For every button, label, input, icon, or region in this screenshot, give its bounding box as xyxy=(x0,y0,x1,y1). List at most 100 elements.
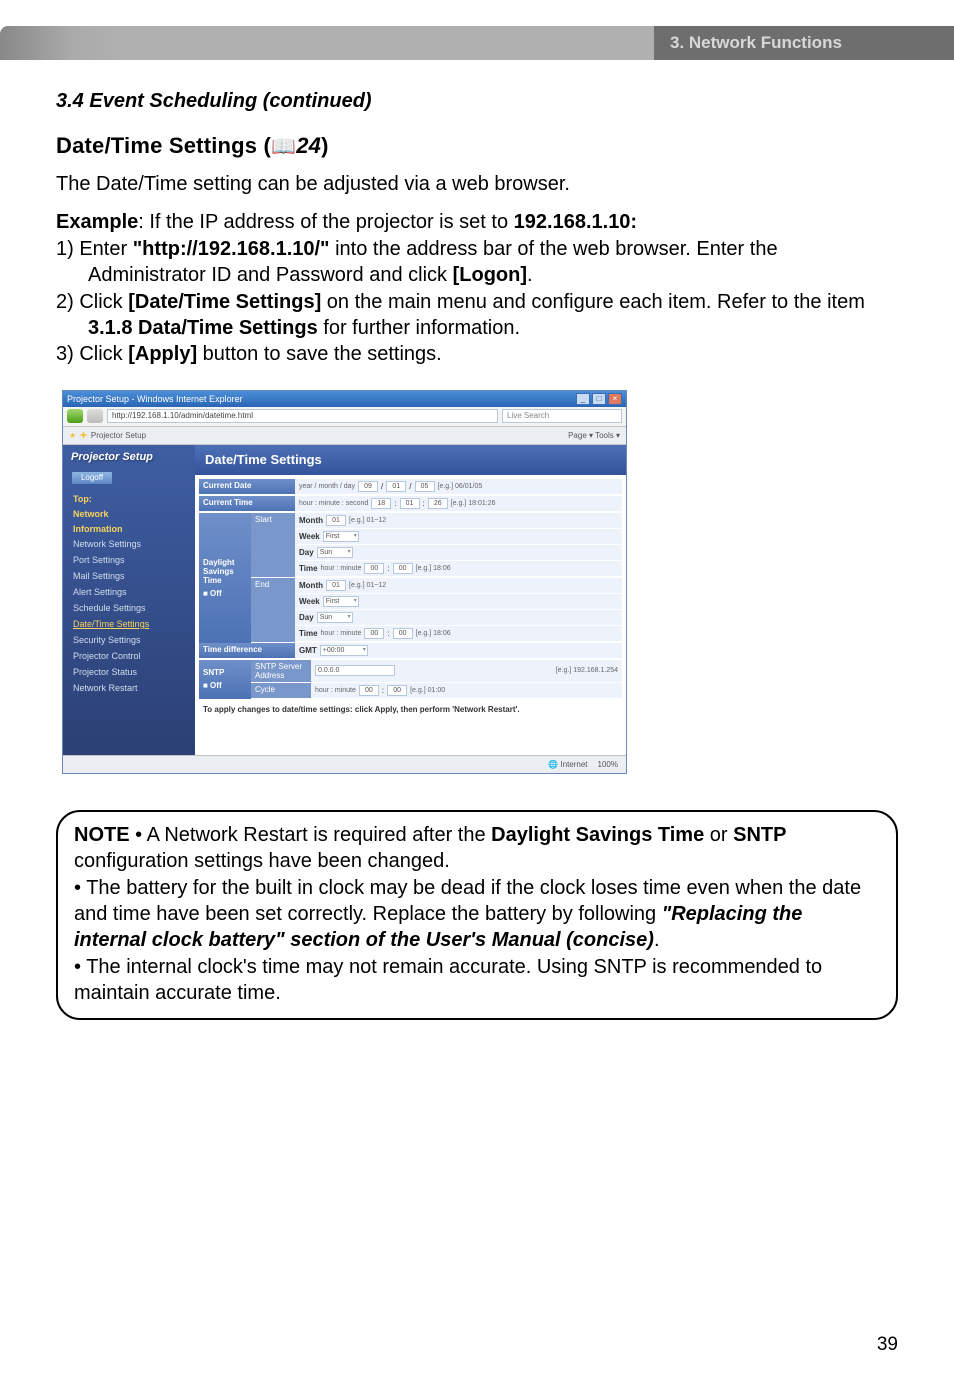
lbl-time-e: Time xyxy=(299,629,318,638)
globe-icon: 🌐 xyxy=(548,760,558,769)
input-second[interactable]: 26 xyxy=(428,498,448,509)
address-bar[interactable]: http://192.168.1.10/admin/datetime.html xyxy=(107,409,498,423)
step2-btn: [Date/Time Settings] xyxy=(128,291,321,313)
select-start-day[interactable]: Sun xyxy=(317,547,353,558)
lbl-gmt: GMT xyxy=(299,646,317,655)
menu-network-settings[interactable]: Network Settings xyxy=(63,536,195,552)
input-start-min[interactable]: 00 xyxy=(393,563,413,574)
select-start-week[interactable]: First xyxy=(323,531,359,542)
input-end-month[interactable]: 01 xyxy=(326,580,346,591)
example-label: Example xyxy=(56,211,138,233)
row-current-date: Current Date year / month / day 09/ 01/ … xyxy=(199,479,622,494)
eg-month-s: [e.g.] 01~12 xyxy=(349,517,386,524)
step3-btn: [Apply] xyxy=(128,343,197,365)
menu-schedule-settings[interactable]: Schedule Settings xyxy=(63,600,195,616)
note-4: • The internal clock's time may not rema… xyxy=(74,954,880,1007)
menu-security-settings[interactable]: Security Settings xyxy=(63,632,195,648)
dst-off-radio[interactable]: ■ Off xyxy=(203,589,247,598)
intro-paragraph: The Date/Time setting can be adjusted vi… xyxy=(56,171,898,197)
status-bar: 🌐 Internet 100% xyxy=(63,755,626,773)
step2-b: on the main menu and configure each item… xyxy=(321,291,865,313)
logoff-button[interactable]: Logoff xyxy=(71,471,113,485)
input-end-min[interactable]: 00 xyxy=(393,628,413,639)
input-sntp-addr[interactable]: 0.0.0.0 xyxy=(315,665,395,676)
input-minute[interactable]: 01 xyxy=(400,498,420,509)
step2-ref: 3.1.8 Data/Time Settings xyxy=(88,317,318,339)
note-2a: SNTP xyxy=(733,824,786,846)
hint-cycle: hour : minute xyxy=(315,687,356,694)
header-chapter-label: 3. Network Functions xyxy=(654,26,954,60)
status-internet: 🌐 Internet xyxy=(548,760,587,769)
note-box: NOTE • A Network Restart is required aft… xyxy=(56,810,898,1021)
main-panel-content: Current Date year / month / day 09/ 01/ … xyxy=(195,475,626,755)
menu-projector-control[interactable]: Projector Control xyxy=(63,648,195,664)
minimize-button[interactable]: _ xyxy=(576,393,590,405)
input-hour[interactable]: 18 xyxy=(371,498,391,509)
status-zoom[interactable]: 100% xyxy=(598,760,618,769)
step1-c: . xyxy=(527,264,533,286)
hint-date: year / month / day xyxy=(299,483,355,490)
input-year[interactable]: 09 xyxy=(358,481,378,492)
input-month[interactable]: 01 xyxy=(386,481,406,492)
back-button[interactable] xyxy=(67,409,83,423)
subsection-ref: 24 xyxy=(296,133,321,158)
lbl-month-e: Month xyxy=(299,581,323,590)
lbl-time-s: Time xyxy=(299,564,318,573)
step1-btn: [Logon] xyxy=(453,264,527,286)
step3-a: 3) Click xyxy=(56,343,128,365)
eg-sntp: [e.g.] 192.168.1.254 xyxy=(556,667,618,674)
input-cycle-m[interactable]: 00 xyxy=(387,685,407,696)
window-controls: _ □ × xyxy=(576,393,622,405)
menu-head-info: Information xyxy=(63,521,195,536)
note-3c: . xyxy=(654,929,660,951)
sntp-off-radio[interactable]: ■ Off xyxy=(203,681,247,690)
lbl-day-s: Day xyxy=(299,548,314,557)
add-favorite-icon[interactable]: ✚ xyxy=(80,431,87,440)
search-box[interactable]: Live Search xyxy=(502,409,622,423)
close-button[interactable]: × xyxy=(608,393,622,405)
input-end-hour[interactable]: 00 xyxy=(364,628,384,639)
main-panel: Date/Time Settings Current Date year / m… xyxy=(195,445,626,755)
note-2b: configuration settings have been changed… xyxy=(74,850,450,872)
menu-network-restart[interactable]: Network Restart xyxy=(63,680,195,696)
maximize-button[interactable]: □ xyxy=(592,393,606,405)
input-start-hour[interactable]: 00 xyxy=(364,563,384,574)
label-sntp-text: SNTP xyxy=(203,668,247,677)
label-dst-text: Daylight Savings Time xyxy=(203,558,247,585)
select-gmt[interactable]: +00:00 xyxy=(320,645,368,656)
field-current-time: hour : minute : second 18: 01: 26 [e.g.]… xyxy=(295,496,622,511)
note-1c: or xyxy=(704,824,733,846)
step-1: 1) Enter "http://192.168.1.10/" into the… xyxy=(56,236,898,289)
menu-mail-settings[interactable]: Mail Settings xyxy=(63,568,195,584)
forward-button[interactable] xyxy=(87,409,103,423)
input-day[interactable]: 05 xyxy=(415,481,435,492)
step2-a: 2) Click xyxy=(56,291,128,313)
input-start-month[interactable]: 01 xyxy=(326,515,346,526)
label-current-date: Current Date xyxy=(199,479,295,494)
page-header-bar: 3. Network Functions xyxy=(0,26,954,60)
step1-a: 1) Enter xyxy=(56,238,133,260)
sidebar-logo: Projector Setup xyxy=(63,449,195,471)
window-title: Projector Setup - Windows Internet Explo… xyxy=(67,394,243,404)
menu-projector-status[interactable]: Projector Status xyxy=(63,664,195,680)
eg-etime: [e.g.] 18:06 xyxy=(416,630,451,637)
section-title: 3.4 Event Scheduling (continued) xyxy=(56,90,898,113)
step3-b: button to save the settings. xyxy=(197,343,442,365)
tab-label[interactable]: Projector Setup xyxy=(91,431,146,440)
menu-port-settings[interactable]: Port Settings xyxy=(63,552,195,568)
toolbar-menu[interactable]: Page ▾ Tools ▾ xyxy=(568,431,620,440)
select-end-day[interactable]: Sun xyxy=(317,612,353,623)
eg-cycle: [e.g.] 01:00 xyxy=(410,687,445,694)
row-timediff: Time difference GMT +00:00 xyxy=(199,643,622,658)
hint-stime: hour : minute xyxy=(321,565,362,572)
page-number: 39 xyxy=(877,1334,898,1356)
subsection-title: Date/Time Settings (📖24) xyxy=(56,133,898,159)
field-current-date: year / month / day 09/ 01/ 05 [e.g.] 06/… xyxy=(295,479,622,494)
select-end-week[interactable]: First xyxy=(323,596,359,607)
label-sntp-server: SNTP Server Address xyxy=(251,660,311,682)
input-cycle-h[interactable]: 00 xyxy=(359,685,379,696)
menu-datetime-settings[interactable]: Date/Time Settings xyxy=(63,616,195,632)
favorites-icon[interactable]: ★ xyxy=(69,431,76,440)
menu-alert-settings[interactable]: Alert Settings xyxy=(63,584,195,600)
label-sntp: SNTP ■ Off xyxy=(199,660,251,699)
